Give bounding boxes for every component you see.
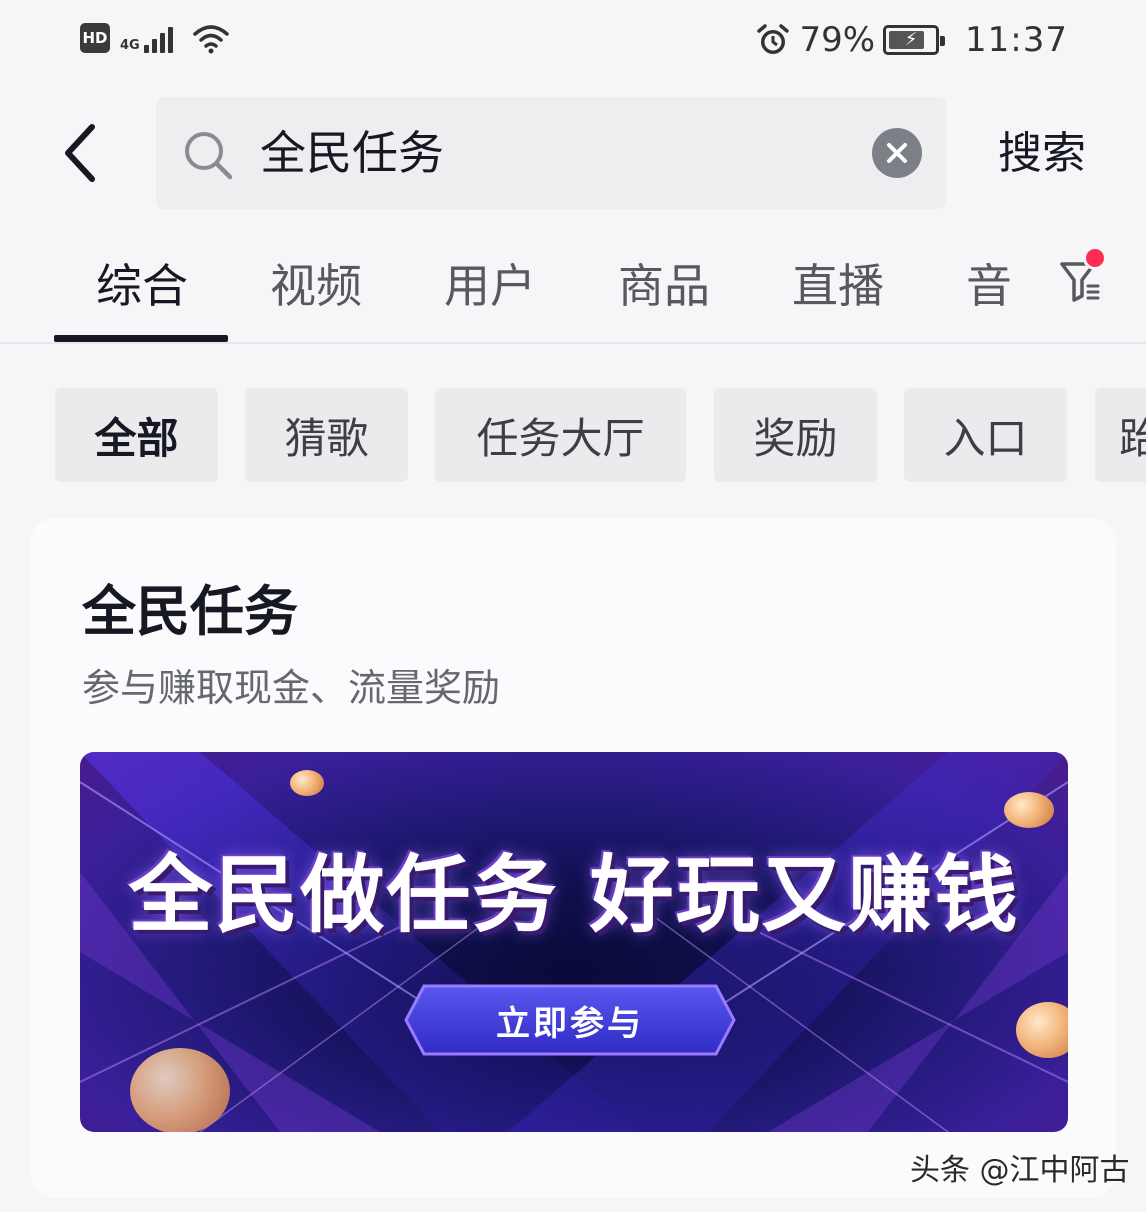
status-time: 11:37 [965, 20, 1068, 60]
tab-live[interactable]: 直播 [792, 254, 884, 318]
chip-rewards[interactable]: 奖励 [714, 388, 877, 482]
coin-decoration [130, 1048, 230, 1132]
tab-users[interactable]: 用户 [444, 254, 536, 318]
search-button[interactable]: 搜索 [998, 126, 1086, 182]
signal-icon: 4G [120, 23, 173, 53]
coin-decoration [1004, 792, 1054, 828]
card-subtitle: 参与赚取现金、流量奖励 [82, 666, 501, 710]
tab-music[interactable]: 音 [966, 254, 1012, 318]
chip-task-hall[interactable]: 任务大厅 [435, 388, 686, 482]
search-results-page: HD 4G 79% ⚡ 11:37 全民任务 搜索 综合 视频 用户 商品 直播… [0, 0, 1146, 1212]
hd-icon: HD [80, 23, 110, 53]
battery-icon: ⚡ [883, 25, 946, 55]
status-right: 79% ⚡ 11:37 [755, 20, 1068, 60]
promo-banner[interactable]: 全民做任务 好玩又赚钱 立即参与 [80, 752, 1068, 1132]
chip-all[interactable]: 全部 [55, 388, 218, 482]
status-left: HD 4G [80, 22, 231, 54]
close-icon [887, 143, 907, 163]
coin-decoration [290, 770, 324, 796]
search-query-text: 全民任务 [260, 126, 444, 180]
alarm-icon [757, 24, 790, 54]
back-button[interactable] [50, 115, 110, 191]
chip-entry[interactable]: 入口 [904, 388, 1067, 482]
chip-guess-song[interactable]: 猜歌 [245, 388, 408, 482]
card-title: 全民任务 [82, 580, 298, 643]
chevron-left-icon [65, 124, 95, 182]
watermark: 头条 @江中阿古 [910, 1153, 1130, 1188]
search-icon [185, 132, 233, 180]
task-result-card[interactable]: 全民任务 参与赚取现金、流量奖励 全民做任务 好玩又赚钱 立即参与 [30, 518, 1116, 1198]
active-tab-indicator [54, 335, 228, 342]
sub-filter-chips: 全部 猜歌 任务大厅 奖励 入口 跆 [0, 388, 1146, 484]
join-now-button[interactable]: 立即参与 [402, 982, 738, 1058]
tab-products[interactable]: 商品 [618, 254, 710, 318]
status-bar: HD 4G 79% ⚡ 11:37 [0, 0, 1146, 82]
network-type-label: 4G [120, 38, 140, 53]
join-now-label: 立即参与 [496, 1003, 644, 1044]
tab-videos[interactable]: 视频 [270, 254, 362, 318]
wifi-icon [192, 25, 229, 54]
battery-percent: 79% [799, 20, 876, 60]
result-tabs: 综合 视频 用户 商品 直播 音 [0, 232, 1146, 344]
clear-search-button[interactable] [872, 128, 922, 178]
filter-badge-dot [1083, 246, 1107, 270]
banner-headline: 全民做任务 好玩又赚钱 [128, 846, 1020, 944]
search-input[interactable]: 全民任务 [156, 97, 946, 209]
chip-more[interactable]: 跆 [1095, 388, 1146, 482]
tab-comprehensive[interactable]: 综合 [96, 254, 188, 318]
